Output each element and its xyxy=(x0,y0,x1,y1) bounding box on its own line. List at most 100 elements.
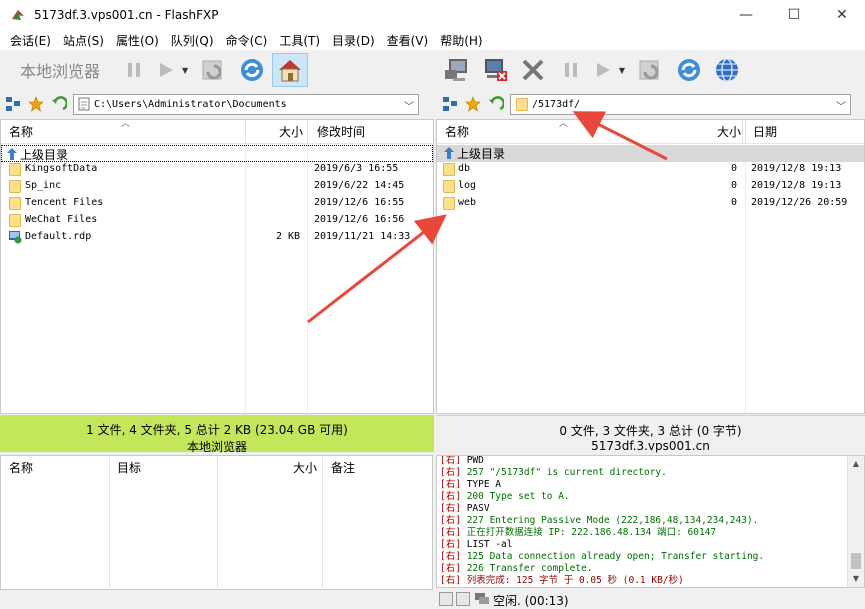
menu-commands[interactable]: 命令(C) xyxy=(220,32,274,49)
disconnect-button[interactable] xyxy=(477,53,513,87)
local-path-field[interactable]: C:\Users\Administrator\Documents ﹀ xyxy=(73,93,419,115)
chevron-down-icon[interactable]: ﹀ xyxy=(836,98,846,113)
queue-col-note[interactable]: 备注 xyxy=(323,456,355,480)
chevron-down-icon[interactable]: ﹀ xyxy=(404,98,414,113)
flashfxp-app-icon xyxy=(12,10,24,20)
menu-view[interactable]: 查看(V) xyxy=(381,32,435,49)
remote-parent-label: 上级目录 xyxy=(457,147,506,161)
menu-options[interactable]: 属性(O) xyxy=(110,32,165,49)
table-row[interactable]: KingsoftData 2019/6/3 16:55 xyxy=(1,162,433,179)
transfer-queue[interactable]: 名称 目标 大小 备注 xyxy=(0,455,433,591)
remote-status-bar: 0 文件, 3 文件夹, 3 总计 (0 字节) 5173df.3.vps001… xyxy=(436,415,865,453)
refresh-button[interactable] xyxy=(234,53,270,87)
local-back-button[interactable] xyxy=(49,94,69,114)
remote-path-field[interactable]: /5173df/ ﹀ xyxy=(510,93,851,115)
session-log[interactable]: [右] PWD [右] 257 "/5173df" is current dir… xyxy=(436,455,865,588)
refresh-listing-grey-remote-button[interactable] xyxy=(633,53,669,87)
scroll-up-icon[interactable]: ▲ xyxy=(848,456,864,472)
table-row[interactable]: WeChat Files 2019/12/6 16:56 xyxy=(1,213,433,230)
file-size: 0 xyxy=(731,180,738,191)
folder-icon xyxy=(9,163,21,176)
file-size: 2 KB xyxy=(276,231,301,242)
minimize-button[interactable]: — xyxy=(723,0,769,30)
table-row[interactable]: Tencent Files 2019/12/6 16:55 xyxy=(1,196,433,213)
file-date: 2019/12/8 19:13 xyxy=(751,180,842,191)
log-line: [右] 正在打开数据连接 IP: 222.186.48.134 端口: 6014… xyxy=(440,527,717,538)
remote-col-date[interactable]: 日期 xyxy=(745,120,777,144)
local-address-row: C:\Users\Administrator\Documents ﹀ xyxy=(0,91,433,117)
remote-col-size[interactable]: 大小 xyxy=(709,120,741,144)
remote-tree-button[interactable] xyxy=(440,94,460,114)
remote-address-row: /5173df/ ﹀ xyxy=(437,91,865,117)
log-line: [右] 226 Transfer complete. xyxy=(440,563,593,574)
maximize-button[interactable]: ☐ xyxy=(771,0,817,30)
folder-refresh-icon xyxy=(202,60,222,80)
local-col-name[interactable]: 名称 xyxy=(1,120,33,144)
window-title: 5173df.3.vps001.cn - FlashFXP xyxy=(34,8,219,22)
file-name: KingsoftData xyxy=(25,163,98,174)
remote-column-header: 名称 ︿ 大小 日期 xyxy=(437,120,864,144)
local-file-list[interactable]: 名称 ︿ 大小 修改时间 上级目录 KingsoftData 2019/6/3 … xyxy=(0,119,434,414)
file-size: 0 xyxy=(731,163,738,174)
log-line: [右] 257 "/5173df" is current directory. xyxy=(440,467,667,478)
log-scrollbar[interactable]: ▲ ▼ xyxy=(847,456,864,587)
log-line: [右] PASV xyxy=(440,503,490,514)
sort-ascending-icon: ︿ xyxy=(559,119,569,129)
tree-icon xyxy=(443,97,457,111)
file-date: 2019/12/26 20:59 xyxy=(751,197,848,208)
sort-ascending-icon: ︿ xyxy=(121,119,131,129)
table-row[interactable]: db 0 2019/12/8 19:13 xyxy=(437,162,864,179)
log-line: [右] LIST -al xyxy=(440,539,513,550)
transfer-remote-button[interactable] xyxy=(591,53,615,87)
table-row[interactable]: log 0 2019/12/8 19:13 xyxy=(437,179,864,196)
local-parent-dir-row[interactable]: 上级目录 xyxy=(1,145,433,162)
home-button[interactable] xyxy=(272,53,309,87)
log-line: [右] PWD xyxy=(440,455,484,466)
refresh-icon xyxy=(241,59,264,81)
local-browser-label[interactable]: 本地浏览器 xyxy=(20,58,100,82)
close-button[interactable]: ✕ xyxy=(819,0,865,30)
computer-connect-icon xyxy=(445,59,467,81)
menu-directory[interactable]: 目录(D) xyxy=(326,32,381,49)
window-status-icon xyxy=(456,592,470,606)
menu-session[interactable]: 会话(E) xyxy=(4,32,57,49)
scroll-down-icon[interactable]: ▼ xyxy=(848,571,864,587)
folder-icon xyxy=(443,180,455,193)
remote-parent-dir-row[interactable]: 上级目录 xyxy=(437,145,864,162)
scroll-thumb[interactable] xyxy=(851,553,861,569)
queue-col-size[interactable]: 大小 xyxy=(285,456,317,480)
menu-tools[interactable]: 工具(T) xyxy=(273,32,326,49)
queue-col-target[interactable]: 目标 xyxy=(109,456,141,480)
connect-button[interactable] xyxy=(439,53,475,87)
table-row[interactable]: Sp_inc 2019/6/22 14:45 xyxy=(1,179,433,196)
menu-help[interactable]: 帮助(H) xyxy=(434,32,488,49)
table-row[interactable]: web 0 2019/12/26 20:59 xyxy=(437,196,864,213)
refresh-remote-button[interactable] xyxy=(671,53,707,87)
remote-back-button[interactable] xyxy=(486,94,506,114)
local-toolbar: 本地浏览器 ▼ xyxy=(0,50,433,90)
pause-remote-button[interactable] xyxy=(553,53,589,87)
title-bar: 5173df.3.vps001.cn - FlashFXP — ☐ ✕ xyxy=(0,0,865,30)
file-name: db xyxy=(458,163,471,174)
transfer-dropdown-arrow[interactable]: ▼ xyxy=(180,66,190,75)
local-tree-button[interactable] xyxy=(3,94,23,114)
table-row[interactable]: Default.rdp 2 KB 2019/11/21 14:33 xyxy=(1,230,433,247)
local-favorites-button[interactable] xyxy=(26,94,46,114)
pause-button[interactable] xyxy=(116,53,152,87)
remote-col-name[interactable]: 名称 xyxy=(437,120,469,144)
menu-queue[interactable]: 队列(Q) xyxy=(165,32,220,49)
queue-col-name[interactable]: 名称 xyxy=(1,456,33,480)
home-icon xyxy=(279,60,302,82)
remote-file-list[interactable]: 名称 ︿ 大小 日期 上级目录 db 0 2019/12/8 19:13 log… xyxy=(436,119,865,414)
menu-sites[interactable]: 站点(S) xyxy=(57,32,110,49)
lock-status-icon xyxy=(439,592,453,606)
transfer-button[interactable] xyxy=(154,53,178,87)
refresh-listing-grey-button[interactable] xyxy=(196,53,232,87)
file-name: web xyxy=(458,197,477,208)
remote-favorites-button[interactable] xyxy=(463,94,483,114)
globe-button[interactable] xyxy=(709,53,745,87)
local-col-size[interactable]: 大小 xyxy=(271,120,303,144)
abort-button[interactable] xyxy=(515,53,551,87)
local-col-modified[interactable]: 修改时间 xyxy=(309,120,365,144)
transfer-remote-dropdown-arrow[interactable]: ▼ xyxy=(617,66,627,75)
